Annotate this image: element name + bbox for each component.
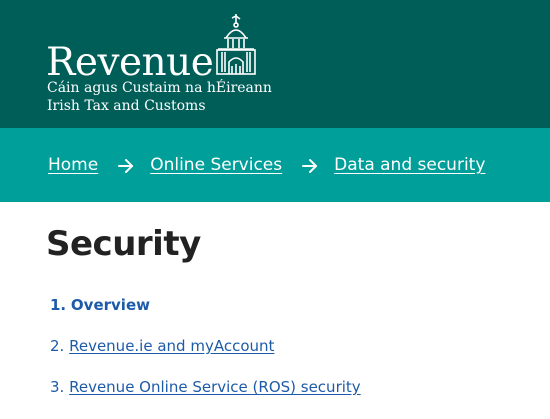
breadcrumb-link-online-services[interactable]: Online Services bbox=[150, 155, 282, 175]
logo-english-tagline: Irish Tax and Customs bbox=[47, 98, 206, 114]
contents-link-revenue-ie-and-myaccount[interactable]: Revenue.ie and myAccount bbox=[69, 337, 274, 355]
contents-link-ros-security[interactable]: Revenue Online Service (ROS) security bbox=[69, 378, 361, 396]
logo-irish-tagline: Cáin agus Custaim na hÉireann bbox=[47, 80, 272, 96]
logo-wordmark: Revenue bbox=[46, 40, 214, 85]
site-header: Revenue Cáin agus Custaim na hÉireann Ir… bbox=[0, 0, 550, 128]
contents-item-overview: 1. Overview bbox=[50, 296, 361, 337]
breadcrumb-link-home[interactable]: Home bbox=[48, 155, 98, 175]
contents-item-current-label: Overview bbox=[70, 296, 150, 314]
breadcrumb-bar: Home Online Services Data and security bbox=[0, 128, 550, 202]
contents-item-revenue-ie: 2. Revenue.ie and myAccount bbox=[50, 337, 361, 378]
contents-list: 1. Overview 2. Revenue.ie and myAccount … bbox=[50, 296, 361, 419]
page-title: Security bbox=[46, 224, 201, 264]
customs-house-icon bbox=[216, 14, 256, 75]
contents-item-number: 3. bbox=[50, 378, 65, 396]
arrow-right-icon bbox=[118, 159, 134, 173]
breadcrumb-link-data-and-security[interactable]: Data and security bbox=[334, 155, 485, 175]
contents-item-number: 1. bbox=[50, 296, 67, 314]
contents-item-number: 2. bbox=[50, 337, 65, 355]
contents-item-ros-security: 3. Revenue Online Service (ROS) security bbox=[50, 378, 361, 419]
breadcrumb: Home Online Services Data and security bbox=[48, 128, 485, 202]
arrow-right-icon bbox=[302, 159, 318, 173]
